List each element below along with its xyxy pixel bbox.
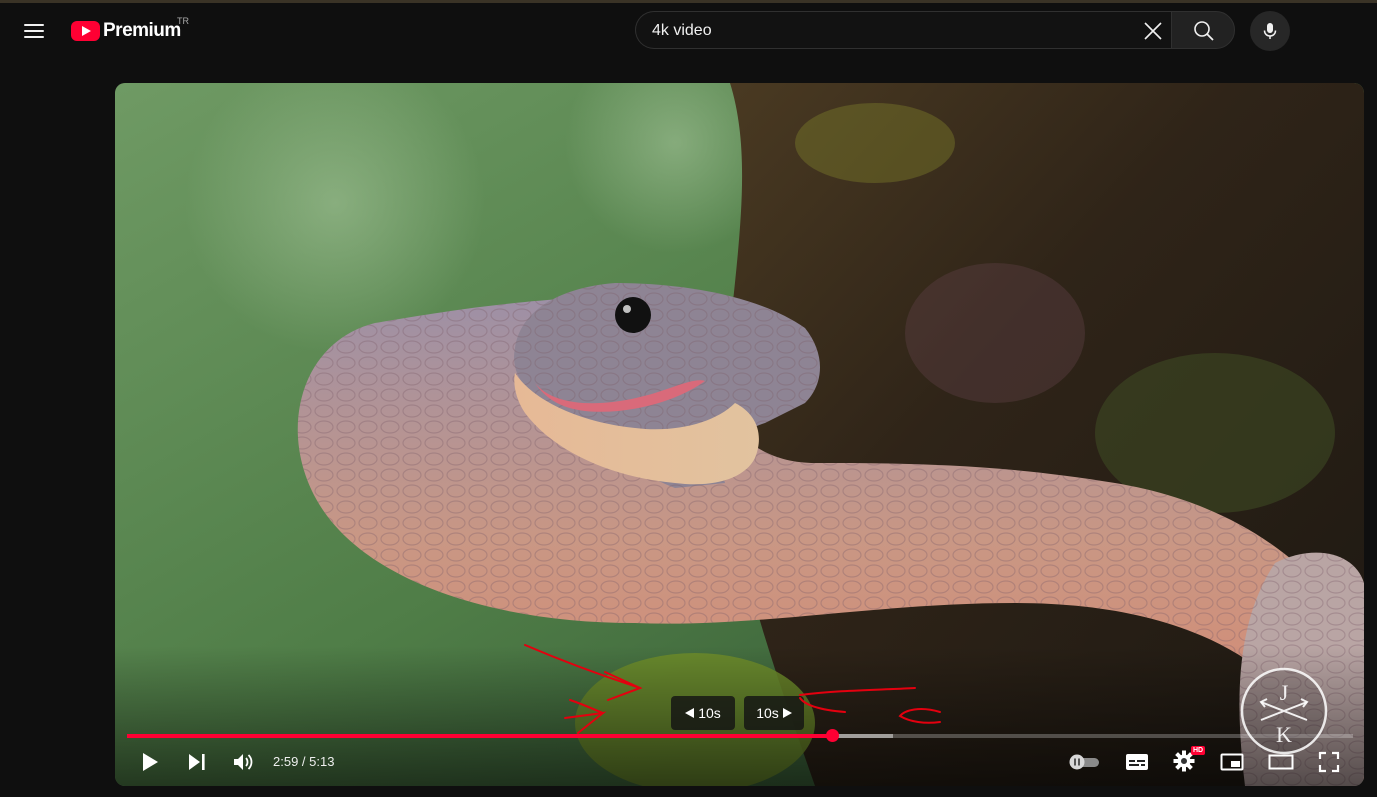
search-icon [1194,21,1214,41]
triangle-right-icon [782,708,792,718]
search-input[interactable]: 4k video [635,11,1171,49]
subtitles-icon[interactable] [1125,752,1149,772]
video-player[interactable]: 10s 10s 2:59 / 5:13 HD J K [115,83,1364,786]
voice-search-button[interactable] [1250,11,1290,51]
time-display: 2:59 / 5:13 [273,754,335,769]
progress-bar[interactable] [127,729,1353,742]
logo-text: Premium [103,20,181,41]
hamburger-menu-icon[interactable] [24,22,46,40]
autoplay-toggle-icon[interactable] [1067,753,1101,771]
seek-forward-label: 10s [756,705,779,721]
seek-forward-button[interactable]: 10s [744,696,804,730]
volume-icon[interactable] [233,752,255,772]
triangle-left-icon [685,708,695,718]
youtube-premium-logo[interactable]: Premium TR [71,16,189,44]
top-border [0,0,1377,3]
play-icon[interactable] [140,752,160,772]
search-input-value[interactable]: 4k video [652,22,712,40]
microphone-icon [1263,23,1277,39]
watermark-letter-k: K [1276,722,1292,747]
progress-played [127,734,832,738]
channel-watermark-logo[interactable]: J K [1239,666,1329,756]
search-button[interactable] [1171,11,1235,49]
close-icon[interactable] [1141,19,1165,43]
hd-quality-badge: HD [1191,746,1206,755]
theater-mode-icon[interactable] [1268,754,1294,770]
logo-region-code: TR [177,16,189,26]
next-icon[interactable] [187,753,207,771]
watermark-letter-j: J [1280,680,1289,705]
youtube-play-logo-icon [71,21,100,41]
seek-back-label: 10s [698,705,721,721]
progress-scrubber[interactable] [825,729,839,742]
seek-back-button[interactable]: 10s [671,696,735,730]
